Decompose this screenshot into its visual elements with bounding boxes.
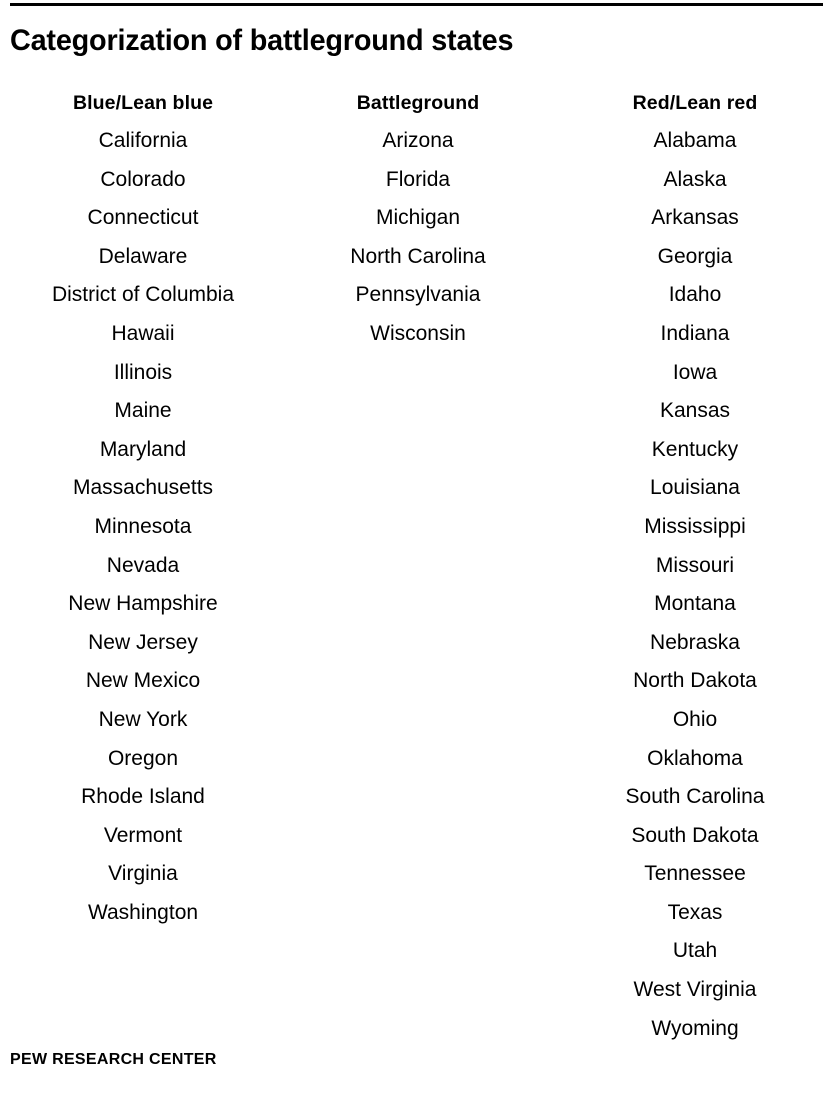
table-cell-state: Oregon (107, 746, 179, 770)
table-row: Illinois Iowa (0, 354, 840, 393)
table-row: Massachusetts Louisiana (0, 469, 840, 508)
table-row: Connecticut Michigan Arkansas (0, 199, 840, 238)
table-cell-state: Maine (114, 399, 172, 423)
table-row: New Jersey Nebraska (0, 624, 840, 663)
table-cell-state: Arizona (382, 129, 454, 152)
table-cell-state: New Jersey (88, 630, 198, 654)
table-cell-state: Virginia (108, 862, 178, 886)
table-row: Utah (0, 932, 840, 971)
states-table: Blue/Lean blue Battleground Red/Lean red… (0, 84, 840, 1048)
table-header-row: Blue/Lean blue Battleground Red/Lean red (0, 84, 840, 122)
source-label: PEW RESEARCH CENTER (10, 1051, 217, 1068)
column-header-battleground: Battleground (356, 92, 480, 114)
table-cell-state: New Mexico (85, 669, 201, 693)
chart-figure: Categorization of battleground states Bl… (0, 0, 840, 1112)
table-cell-state: Wisconsin (370, 321, 466, 345)
table-cell-state: Oklahoma (647, 746, 743, 770)
table-cell-state: Arkansas (651, 206, 739, 230)
chart-title: Categorization of battleground states (10, 24, 514, 57)
column-header-blue-lean-blue: Blue/Lean blue (72, 92, 214, 114)
table-cell-state: Utah (672, 939, 718, 963)
table-cell-state: Maryland (99, 437, 187, 461)
table-cell-state: West Virginia (633, 978, 757, 1002)
table-cell-state: Indiana (660, 321, 730, 345)
table-row: Vermont South Dakota (0, 817, 840, 856)
table-cell-state: Delaware (98, 244, 188, 268)
table-cell-state: Missouri (655, 553, 735, 577)
table-cell-state: Illinois (113, 360, 173, 384)
table-cell-state: Kentucky (651, 437, 739, 461)
table-cell-state: South Carolina (625, 785, 765, 809)
table-cell-state: North Carolina (350, 244, 486, 268)
table-cell-state: Texas (667, 900, 723, 924)
table-cell-state: Massachusetts (72, 476, 214, 500)
table-cell-state: Hawaii (111, 321, 175, 345)
table-row: New Hampshire Montana (0, 585, 840, 624)
top-rule (10, 3, 823, 6)
table-cell-state: Louisiana (650, 476, 740, 500)
table-row: New Mexico North Dakota (0, 662, 840, 701)
table-row: West Virginia (0, 971, 840, 1010)
table-cell-state: District of Columbia (51, 283, 235, 307)
table-cell-state: New York (98, 707, 188, 731)
table-cell-state: Iowa (672, 360, 718, 384)
table-row: Washington Texas (0, 894, 840, 933)
table-cell-state: Mississippi (644, 514, 746, 538)
table-cell-state: Wyoming (651, 1016, 739, 1040)
table-cell-state: Tennessee (644, 862, 746, 886)
table-cell-state: Ohio (672, 707, 718, 731)
table-cell-state: Nevada (106, 553, 180, 577)
table-cell-state: Pennsylvania (355, 283, 481, 307)
table-row: Maryland Kentucky (0, 431, 840, 470)
table-cell-state: New Hampshire (68, 592, 218, 616)
table-row: Oregon Oklahoma (0, 740, 840, 779)
table-body: California Arizona Alabama Colorado Florida A… (0, 122, 840, 1048)
table-row: Virginia Tennessee (0, 855, 840, 894)
table-row: Wyoming (0, 1010, 840, 1049)
table-cell-state: Vermont (103, 823, 183, 847)
table-row: Hawaii Wisconsin Indiana (0, 315, 840, 354)
table-row: Rhode Island South Carolina (0, 778, 840, 817)
table-cell-state: Montana (654, 592, 736, 616)
table-cell-state: Michigan (375, 206, 461, 230)
table-cell-state: Florida (385, 167, 451, 191)
table-cell-state: Colorado (100, 167, 186, 191)
table-row: District of Columbia Pennsylvania Idaho (0, 276, 840, 315)
table-row: New York Ohio (0, 701, 840, 740)
table-cell-state: Alaska (663, 167, 727, 191)
table-row: Maine Kansas (0, 392, 840, 431)
table-cell-state: California (98, 129, 188, 152)
column-header-red-lean-red: Red/Lean red (632, 92, 758, 114)
table-cell-state: Connecticut (87, 206, 199, 230)
table-row: Minnesota Mississippi (0, 508, 840, 547)
table-cell-state: Nebraska (650, 630, 740, 654)
table-cell-state: Washington (87, 900, 199, 924)
table-cell-state: Alabama (653, 129, 737, 152)
table-cell-state: North Dakota (633, 669, 757, 693)
table-cell-state: Idaho (668, 283, 722, 307)
table-cell-state: Minnesota (94, 514, 192, 538)
table-cell-state: Kansas (659, 399, 731, 423)
table-row: Delaware North Carolina Georgia (0, 238, 840, 277)
table-cell-state: Georgia (657, 244, 733, 268)
table-cell-state: Rhode Island (81, 785, 205, 809)
table-row: Colorado Florida Alaska (0, 161, 840, 200)
table-cell-state: South Dakota (631, 823, 759, 847)
table-row: Nevada Missouri (0, 547, 840, 586)
table-row: California Arizona Alabama (0, 122, 840, 161)
